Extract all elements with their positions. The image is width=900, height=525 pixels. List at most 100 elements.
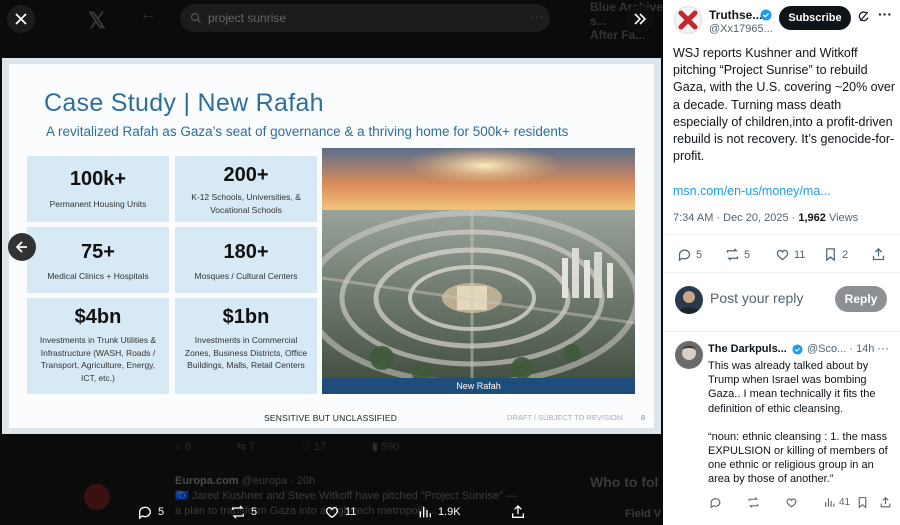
views-icon [825, 498, 835, 507]
reply-icon [678, 249, 691, 262]
tweet-timestamp[interactable]: 7:34 AM · Dec 20, 2025 · [673, 212, 798, 224]
stat-label: Investments in Commercial Zones, Busines… [184, 335, 308, 370]
media-image[interactable]: Case Study | New Rafah A revitalized Raf… [2, 58, 661, 434]
tweet-detail-panel: Truthse... @Xx17965... Subscribe ··· WSJ… [663, 0, 900, 525]
stat-value: 180+ [223, 241, 269, 263]
verified-badge-icon [760, 9, 772, 21]
previous-image-button[interactable] [8, 233, 36, 261]
overlay-repost-button[interactable]: 5 [230, 504, 257, 520]
comment-bookmark-button[interactable] [856, 496, 869, 509]
like-button[interactable]: 11 [775, 247, 805, 262]
repost-count: 5 [744, 248, 751, 261]
overlay-reply-button[interactable]: 5 [137, 504, 164, 520]
tweet-text: WSJ reports Kushner and Witkoff pitching… [673, 46, 895, 164]
collapse-panel-button[interactable] [626, 5, 654, 33]
bg-search-text: project sunrise [208, 11, 287, 25]
overlay-views-button[interactable]: 1.9K [417, 504, 461, 520]
stat-medical: 75+ Medical Clinics + Hospitals [27, 227, 169, 293]
slide-classification: SENSITIVE BUT UNCLASSIFIED [264, 413, 398, 423]
heart-icon [776, 249, 789, 261]
stat-label: Medical Clinics + Hospitals [47, 271, 149, 281]
author-handle[interactable]: @Xx17965... [709, 23, 773, 35]
comment-like-button[interactable] [785, 496, 798, 509]
share-icon [872, 247, 885, 261]
like-count: 11 [794, 248, 806, 261]
bg-post-line-1: 🇪🇺 Jared Kushner and Steve Witkoff have … [175, 490, 517, 502]
grok-icon[interactable] [857, 10, 870, 23]
stat-mosques: 180+ Mosques / Cultural Centers [175, 227, 317, 293]
commenter-avatar[interactable] [675, 341, 703, 369]
bg-search-input: project sunrise [180, 4, 550, 32]
bookmark-button[interactable]: 2 [823, 247, 848, 262]
repost-icon [748, 497, 759, 508]
stat-value: 100k+ [69, 168, 127, 190]
comment-text: This was already talked about by Trump w… [708, 359, 896, 487]
photo-caption: New Rafah [322, 378, 635, 394]
stat-label: Mosques / Cultural Centers [194, 271, 298, 281]
stat-schools: 200+ K-12 Schools, Universities, & Vocat… [175, 156, 317, 222]
stat-label: Investments in Trunk Utilities & Infrast… [39, 335, 157, 383]
repost-button[interactable]: 5 [725, 247, 750, 262]
bg-action-row: ○ 8 ⇆ 7 ♡ 17 ▮ 590 [175, 441, 400, 453]
close-button[interactable] [7, 5, 35, 33]
reply-input[interactable]: Post your reply [710, 290, 803, 306]
slide-draft-note: DRAFT / SUBJECT TO REVISION [507, 413, 623, 422]
comment-share-button[interactable] [879, 496, 892, 509]
comment-more-icon[interactable]: ··· [877, 341, 889, 355]
stat-value: $4bn [74, 306, 122, 328]
tweet-link[interactable]: msn.com/en-us/money/ma... [673, 184, 831, 198]
overlay-like-button[interactable]: 11 [324, 504, 356, 520]
bg-trending-2: After Fa... [590, 28, 646, 42]
reply-submit-button[interactable]: Reply [835, 286, 887, 312]
overlay-like-count: 11 [345, 506, 357, 518]
slide-subtitle: A revitalized Rafah as Gaza’s seat of go… [46, 124, 569, 139]
bookmark-icon [858, 497, 867, 509]
subscribe-button[interactable]: Subscribe [779, 6, 851, 30]
verified-badge-icon [792, 344, 803, 355]
bg-avatar [84, 484, 110, 510]
more-options-icon[interactable]: ··· [878, 6, 892, 22]
user-portrait-icon [678, 291, 700, 314]
views-icon [419, 506, 431, 518]
overlay-views-count: 1.9K [438, 506, 461, 518]
comment-view-count: 41 [839, 497, 851, 508]
bg-post-handle: @europa · 20h [241, 475, 316, 487]
arrow-left-icon [16, 241, 27, 253]
heart-icon [786, 498, 797, 508]
overlay-share-button[interactable] [510, 504, 526, 520]
slide-page-number: 8 [641, 413, 646, 422]
stat-housing: 100k+ Permanent Housing Units [27, 156, 169, 222]
more-icon: ··· [530, 8, 544, 24]
double-chevron-right-icon [634, 13, 647, 25]
tweet-meta: 7:34 AM · Dec 20, 2025 · 1,962 Views [673, 212, 858, 224]
bookmark-count: 2 [842, 248, 849, 261]
share-icon [512, 505, 524, 518]
author-name[interactable]: Truthse... [709, 8, 762, 22]
reply-icon [710, 498, 721, 509]
city-aerial-illustration [322, 148, 635, 394]
tweet-view-count: 1,962 [798, 212, 826, 224]
overlay-repost-count: 5 [251, 506, 258, 518]
reply-icon [138, 506, 151, 520]
current-user-avatar[interactable] [675, 286, 703, 314]
stat-utilities: $4bn Investments in Trunk Utilities & In… [27, 298, 169, 394]
heart-icon [325, 506, 339, 519]
commenter-name[interactable]: The Darkpuls... [708, 343, 787, 355]
tweet-views-label: Views [825, 212, 859, 224]
commenter-handle[interactable]: @Sco... · 14h [807, 343, 874, 355]
reply-button[interactable]: 5 [677, 247, 702, 262]
stat-label: K-12 Schools, Universities, & Vocational… [191, 192, 301, 215]
divider [663, 272, 900, 273]
bg-field-label: Field V [625, 508, 662, 520]
comment-reply-button[interactable] [709, 496, 722, 509]
comment-views-button[interactable]: 41 [823, 496, 850, 509]
stat-value: $1bn [222, 306, 270, 328]
share-button[interactable] [871, 247, 886, 262]
comment-paragraph-1: This was already talked about by Trump w… [708, 360, 876, 415]
comment-repost-button[interactable] [747, 496, 760, 509]
back-arrow-icon: ← [140, 6, 156, 23]
author-avatar[interactable] [674, 6, 702, 34]
stat-label: Permanent Housing Units [49, 199, 147, 209]
search-icon [190, 12, 201, 23]
slide-title: Case Study | New Rafah [44, 89, 324, 117]
